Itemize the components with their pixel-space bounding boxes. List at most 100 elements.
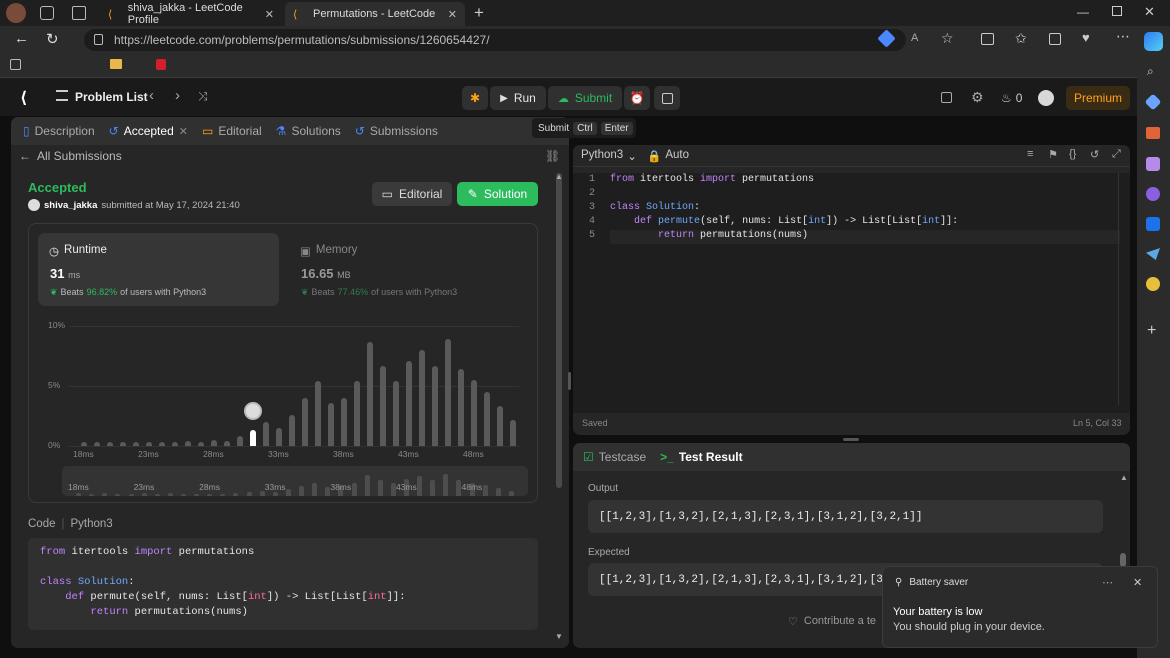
solution-button[interactable]: ✎ Solution (457, 182, 538, 206)
test-scrollbar[interactable] (1120, 553, 1126, 567)
chart-bar[interactable] (249, 430, 256, 446)
premium-button[interactable]: Premium (1066, 86, 1130, 110)
profile-avatar[interactable] (6, 3, 26, 23)
format-icon[interactable]: ≡ (1027, 148, 1033, 160)
browser-tab-permutations[interactable]: ⟨ Permutations - LeetCode ✕ (285, 2, 465, 26)
chart-bar[interactable] (197, 442, 204, 446)
chart-bar[interactable] (171, 442, 178, 446)
close-tab-icon[interactable]: ✕ (448, 8, 457, 21)
close-window-icon[interactable]: ✕ (1144, 4, 1155, 20)
add-sidebar-icon[interactable]: + (1147, 322, 1156, 340)
browser-tab-profile[interactable]: ⟨ shiva_jakka - LeetCode Profile ✕ (100, 2, 282, 26)
memory-card[interactable]: ▣ Memory 16.65 MB ❦ Beats 77.46% of users… (289, 233, 529, 306)
fav-dell[interactable] (110, 59, 128, 69)
streak-counter[interactable]: ♨ 0 (1001, 91, 1022, 105)
next-problem-icon[interactable]: › (175, 87, 180, 104)
chart-bar[interactable] (483, 392, 490, 446)
refresh-icon[interactable]: ↻ (46, 30, 59, 48)
code-editor[interactable]: 1 2 3 4 5 from itertools import permutat… (573, 173, 1130, 413)
chart-bar[interactable] (470, 380, 477, 446)
chart-bar[interactable] (80, 442, 87, 446)
runtime-card[interactable]: ◷ Runtime 31 ms ❦ Beats 96.82% of users w… (38, 233, 279, 306)
more-icon[interactable]: ⋯ (1116, 28, 1130, 45)
fav-mcafee[interactable] (156, 59, 172, 70)
chart-bar[interactable] (314, 381, 321, 446)
tab-solutions[interactable]: ⚗ Solutions (276, 124, 341, 138)
tab-editorial[interactable]: ▭ Editorial (202, 124, 262, 138)
chart-bar[interactable] (119, 442, 126, 446)
favorites-icon[interactable]: ✩ (1015, 30, 1027, 47)
tab-test-result[interactable]: >_ Test Result (660, 450, 742, 464)
chart-bar[interactable] (418, 350, 425, 446)
games-icon[interactable] (1146, 157, 1160, 171)
timer-button[interactable]: ⏰ (624, 86, 650, 110)
fav-import[interactable] (10, 59, 27, 70)
chart-bar[interactable] (392, 381, 399, 446)
chart-bar[interactable] (236, 436, 243, 446)
battery-notification[interactable]: ⚲ Battery saver ⋯ ✕ Your battery is low Y… (882, 566, 1158, 648)
submit-button[interactable]: ☁ Submit (548, 86, 622, 110)
chart-bar[interactable] (132, 442, 139, 446)
braces-icon[interactable]: {} (1069, 148, 1076, 160)
minimize-icon[interactable]: — (1077, 5, 1089, 19)
chart-bar[interactable] (431, 365, 438, 446)
chart-bar[interactable] (301, 398, 308, 446)
settings-gear-icon[interactable]: ⚙ (971, 89, 984, 106)
chart-bar[interactable] (379, 365, 386, 446)
language-select[interactable]: Python3 ⌄ (581, 149, 637, 163)
maximize-icon[interactable] (1112, 6, 1122, 16)
close-tab-icon[interactable]: ✕ (179, 125, 188, 138)
bookmark-icon[interactable]: ⚑ (1048, 148, 1058, 161)
chart-bar[interactable] (145, 442, 152, 446)
chart-bar[interactable] (444, 339, 451, 446)
chart-bar[interactable] (210, 440, 217, 446)
search-icon[interactable]: ⌕ (1147, 64, 1154, 79)
leetcode-logo-icon[interactable]: ⟨ (20, 88, 27, 108)
scroll-down-icon[interactable]: ▼ (555, 632, 563, 641)
back-icon[interactable]: ← (14, 30, 29, 47)
chart-bar[interactable] (262, 422, 269, 446)
prev-problem-icon[interactable]: ‹ (149, 87, 154, 104)
read-aloud-icon[interactable]: A (911, 32, 918, 44)
chart-bar[interactable] (496, 406, 503, 446)
notification-more-icon[interactable]: ⋯ (1102, 576, 1113, 589)
split-screen-icon[interactable] (981, 33, 994, 45)
problem-list-link[interactable]: Problem List (75, 90, 148, 104)
chart-bar[interactable] (327, 402, 334, 446)
link-icon[interactable]: ⛓ (545, 149, 560, 163)
chart-overview-brush[interactable]: 18ms 23ms 28ms 33ms 38ms 43ms 48ms (62, 466, 528, 496)
chart-bar[interactable] (509, 419, 516, 446)
tab-testcase[interactable]: ☑ Testcase (583, 450, 646, 464)
scroll-up-icon[interactable]: ▲ (1120, 473, 1128, 482)
close-tab-icon[interactable]: ✕ (265, 8, 274, 21)
reset-icon[interactable]: ↺ (1090, 148, 1099, 161)
chart-bar[interactable] (106, 442, 113, 446)
outlook-icon[interactable] (1146, 217, 1160, 231)
tab-accepted[interactable]: ↺ Accepted ✕ (109, 124, 188, 138)
chart-bar[interactable] (457, 369, 464, 446)
health-icon[interactable]: ♥ (1082, 30, 1090, 45)
copilot-pro-icon[interactable] (1146, 187, 1160, 201)
notification-close-icon[interactable]: ✕ (1133, 576, 1142, 589)
chart-bar[interactable] (366, 341, 373, 446)
chart-bar[interactable] (184, 441, 191, 446)
collections-icon[interactable] (40, 6, 54, 20)
user-avatar[interactable] (1038, 90, 1054, 106)
runtime-distribution-chart[interactable]: 10% 5% 0% 18ms 23ms 28ms 33ms 38ms 43ms 48ms 1… (29, 310, 539, 500)
new-tab-icon[interactable]: + (474, 3, 484, 23)
run-button[interactable]: ▶ Run (490, 86, 546, 110)
contribute-testcase-link[interactable]: ♡ Contribute a te (788, 615, 876, 628)
username[interactable]: shiva_jakka (44, 200, 97, 211)
auto-mode[interactable]: 🔒 Auto (647, 149, 689, 163)
notes-button[interactable] (654, 86, 680, 110)
chart-bar[interactable] (340, 398, 347, 446)
chart-bar[interactable] (288, 414, 295, 446)
editorial-button[interactable]: ▭ Editorial (372, 182, 452, 206)
send-icon[interactable] (1146, 248, 1160, 260)
chart-bar[interactable] (158, 442, 165, 446)
copilot-icon[interactable] (1144, 32, 1163, 51)
chart-bar[interactable] (405, 360, 412, 446)
chart-bar[interactable] (223, 441, 230, 446)
debug-button[interactable]: ✱ (462, 86, 488, 110)
tab-description[interactable]: ▯ Description (23, 124, 95, 138)
